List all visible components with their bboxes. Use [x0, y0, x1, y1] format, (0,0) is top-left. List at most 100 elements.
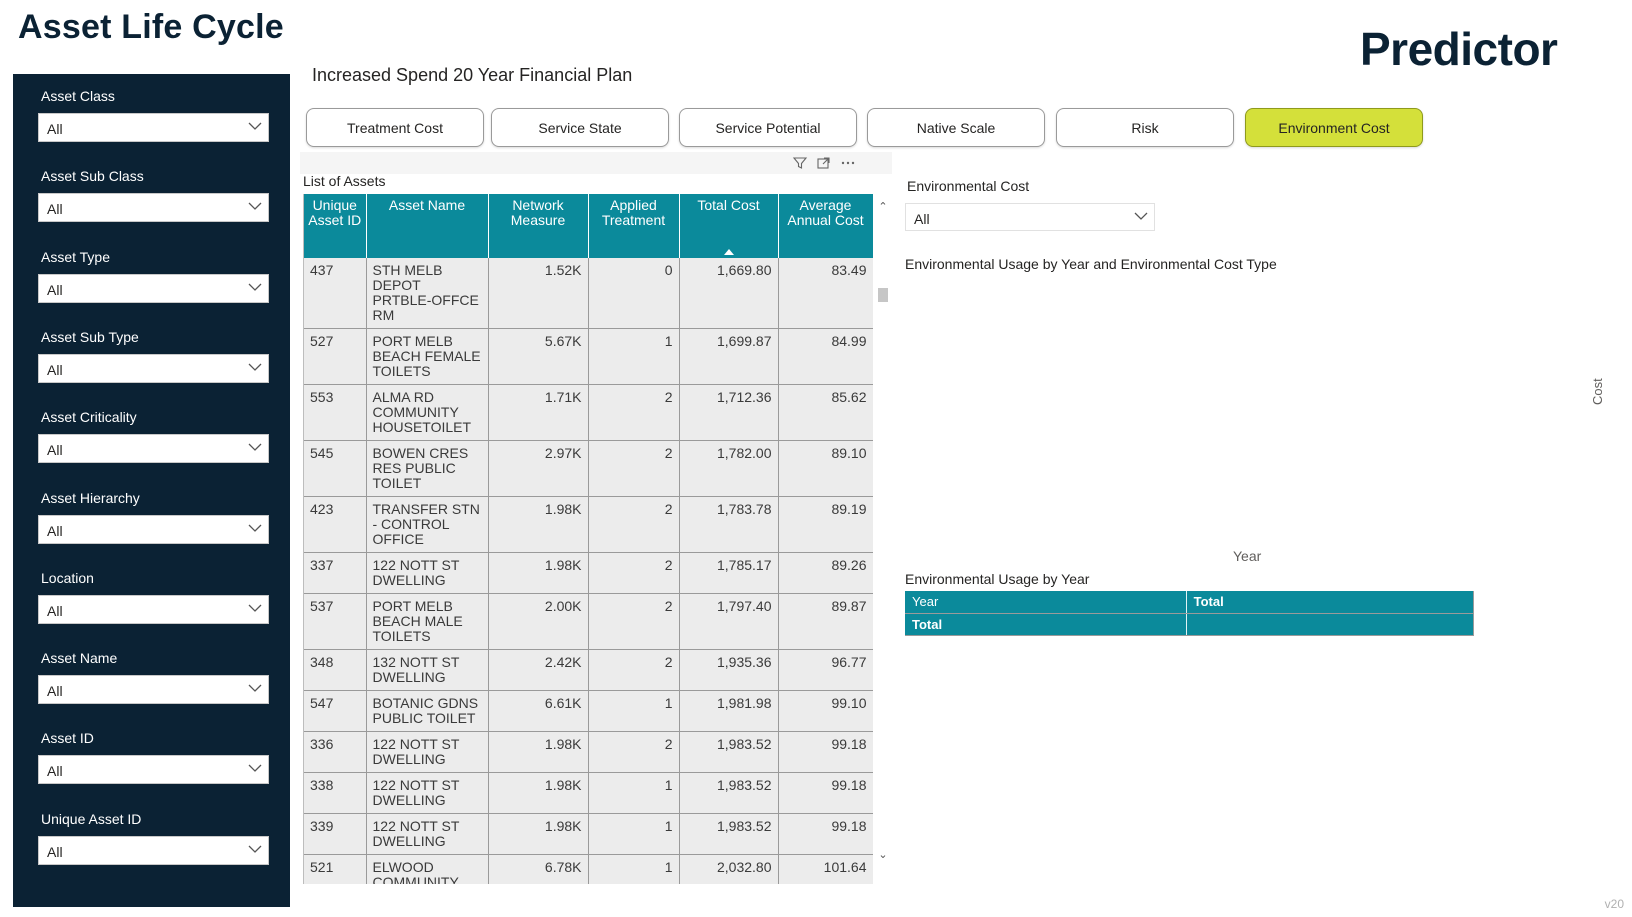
table-row[interactable]: 545 BOWEN CRES RES PUBLIC TOILET 2.97K 2 1,7… — [304, 440, 873, 497]
table-cell: 101.64 — [778, 854, 873, 884]
filter-dropdown-asset-class[interactable]: All — [38, 113, 269, 142]
nav-button-environment-cost[interactable]: Environment Cost — [1245, 108, 1423, 147]
chevron-down-icon — [248, 441, 262, 453]
table-cell: 338 — [304, 772, 367, 814]
table-cell: 1,983.52 — [678, 731, 779, 773]
app-title: Asset Life Cycle — [18, 8, 284, 46]
chevron-down-icon — [248, 682, 262, 694]
table-cell: 336 — [304, 731, 367, 773]
table-row[interactable]: 337 122 NOTT ST DWELLING 1.98K 2 1,785.17 89.… — [304, 552, 873, 594]
table-row[interactable]: 339 122 NOTT ST DWELLING 1.98K 1 1,983.52 99.… — [304, 813, 873, 855]
filter-dropdown-asset-hierarchy[interactable]: All — [38, 514, 269, 544]
table-cell: 1 — [588, 772, 680, 814]
filter-asset-class: Asset Class All — [13, 74, 290, 158]
filter-value: All — [47, 522, 63, 539]
matrix-header-total[interactable]: Total — [1186, 591, 1475, 614]
env-cost-dropdown[interactable]: All — [905, 203, 1155, 231]
table-row[interactable]: 553 ALMA RD COMMUNITY HOUSETOILET 1.71K 2 1,… — [304, 384, 873, 441]
column-header-label: Average Annual Cost — [787, 197, 864, 228]
column-header-label: Network Measure — [510, 197, 566, 228]
table-cell: 423 — [304, 496, 367, 553]
table-row[interactable]: 521ELWOOD COMMUNITY CTR TOILETS6.78K12,0… — [304, 854, 873, 884]
table-cell: 84.99 — [778, 328, 873, 385]
table-cell: 2 — [588, 593, 680, 650]
table-cell: 2 — [588, 731, 680, 773]
table-cell: 1,699.87 — [678, 328, 779, 385]
nav-button-risk[interactable]: Risk — [1056, 108, 1234, 147]
table-cell: 99.18 — [778, 731, 873, 773]
column-header[interactable]: Network Measure — [488, 194, 589, 258]
nav-button-native-scale[interactable]: Native Scale — [867, 108, 1045, 147]
focus-mode-icon[interactable] — [816, 155, 832, 171]
matrix-header-year[interactable]: Year — [905, 591, 1187, 614]
filter-dropdown-asset-type[interactable]: All — [38, 273, 269, 303]
filter-dropdown-unique-asset-id[interactable]: All — [38, 835, 269, 865]
column-header[interactable]: Unique Asset ID — [304, 194, 367, 258]
table-row[interactable]: 348 132 NOTT ST DWELLING 2.42K 2 1,935.36 96.… — [304, 649, 873, 691]
usage-chart-area — [905, 280, 1605, 550]
table-cell: 2 — [588, 496, 680, 553]
table-cell: 2,032.80 — [678, 854, 779, 884]
chevron-down-icon — [248, 200, 262, 212]
filter-dropdown-asset-sub-class[interactable]: All — [38, 193, 269, 223]
filter-icon[interactable] — [792, 155, 808, 171]
assets-table: Unique Asset ID Asset Name Network Measure… — [304, 194, 873, 884]
filter-dropdown-asset-name[interactable]: All — [38, 675, 269, 705]
table-row[interactable]: 336 122 NOTT ST DWELLING 1.98K 2 1,983.52 99.… — [304, 731, 873, 773]
filter-dropdown-location[interactable]: All — [38, 594, 269, 624]
table-row[interactable]: 527 PORT MELB BEACH FEMALE TOILETS 5.67K 1 1… — [304, 328, 873, 385]
table-cell: 537 — [304, 593, 367, 650]
chevron-down-icon — [248, 281, 262, 293]
table-cell: 89.10 — [778, 440, 873, 497]
column-header-label: Asset Name — [388, 197, 466, 213]
table-cell: 545 — [304, 440, 367, 497]
scroll-up-icon[interactable]: ⌃ — [876, 200, 890, 213]
table-row[interactable]: 537 PORT MELB BEACH MALE TOILETS 2.00K 2 1,7… — [304, 593, 873, 650]
table-scrollbar[interactable]: ⌃ ⌄ — [876, 196, 890, 866]
table-cell: 547 — [304, 690, 367, 732]
table-cell: ALMA RD COMMUNITY HOUSETOILET — [366, 384, 489, 441]
table-cell: 1,983.52 — [678, 772, 779, 814]
table-cell: PORT MELB BEACH FEMALE TOILETS — [366, 328, 489, 385]
table-cell: 89.19 — [778, 496, 873, 553]
filter-label-asset-type: Asset Type — [41, 248, 111, 265]
table-cell: BOWEN CRES RES PUBLIC TOILET — [366, 440, 489, 497]
chevron-down-icon — [1134, 210, 1148, 222]
table-cell: 2 — [588, 649, 680, 691]
report-page: Asset Life Cycle Predictor v20 Asset Cla… — [0, 0, 1632, 917]
filter-asset-hierarchy: Asset Hierarchy All — [13, 476, 290, 560]
nav-button-treatment-cost[interactable]: Treatment Cost — [306, 108, 484, 147]
nav-button-service-potential[interactable]: Service Potential — [679, 108, 857, 147]
filter-dropdown-asset-id[interactable]: All — [38, 755, 269, 785]
table-cell: 122 NOTT ST DWELLING — [366, 731, 489, 773]
table-cell: 89.26 — [778, 552, 873, 594]
table-cell: 1 — [588, 690, 680, 732]
filter-dropdown-asset-criticality[interactable]: All — [38, 434, 269, 464]
chevron-down-icon — [248, 120, 262, 132]
sort-ascending-icon — [723, 249, 734, 255]
table-cell: TRANSFER STN - CONTROL OFFICE — [366, 496, 489, 553]
more-options-icon[interactable] — [840, 155, 856, 171]
nav-button-service-state[interactable]: Service State — [491, 108, 669, 147]
assets-table-container: Unique Asset ID Asset Name Network Measure… — [303, 194, 873, 884]
column-header[interactable]: Asset Name — [366, 194, 489, 258]
scroll-down-icon[interactable]: ⌄ — [876, 848, 890, 861]
filter-dropdown-asset-sub-type[interactable]: All — [38, 353, 269, 383]
table-cell: ELWOOD COMMUNITY CTR TOILETS — [366, 854, 489, 884]
table-cell: 521 — [304, 854, 367, 884]
table-row[interactable]: 547 BOTANIC GDNS PUBLIC TOILET 6.61K 1 1,981… — [304, 690, 873, 732]
table-cell: 89.87 — [778, 593, 873, 650]
table-cell: 1,669.80 — [678, 258, 779, 329]
table-row[interactable]: 437 STH MELB DEPOT PRTBLE-OFFCE RM 1.52K 0 1… — [304, 258, 873, 329]
filter-label-asset-name: Asset Name — [41, 650, 118, 667]
table-row[interactable]: 338 122 NOTT ST DWELLING 1.98K 1 1,983.52 99.… — [304, 772, 873, 814]
table-row[interactable]: 423 TRANSFER STN - CONTROL OFFICE 1.98K 2 1,… — [304, 496, 873, 553]
chevron-down-icon — [248, 602, 262, 614]
filter-label-asset-sub-type: Asset Sub Type — [41, 328, 139, 345]
column-header[interactable]: Total Cost — [679, 194, 779, 258]
scroll-thumb[interactable] — [878, 288, 888, 302]
matrix-total-value — [1186, 612, 1475, 636]
column-header[interactable]: Applied Treatment — [588, 194, 680, 258]
column-header[interactable]: Average Annual Cost — [778, 194, 873, 258]
version-label: v20 — [1604, 897, 1624, 911]
